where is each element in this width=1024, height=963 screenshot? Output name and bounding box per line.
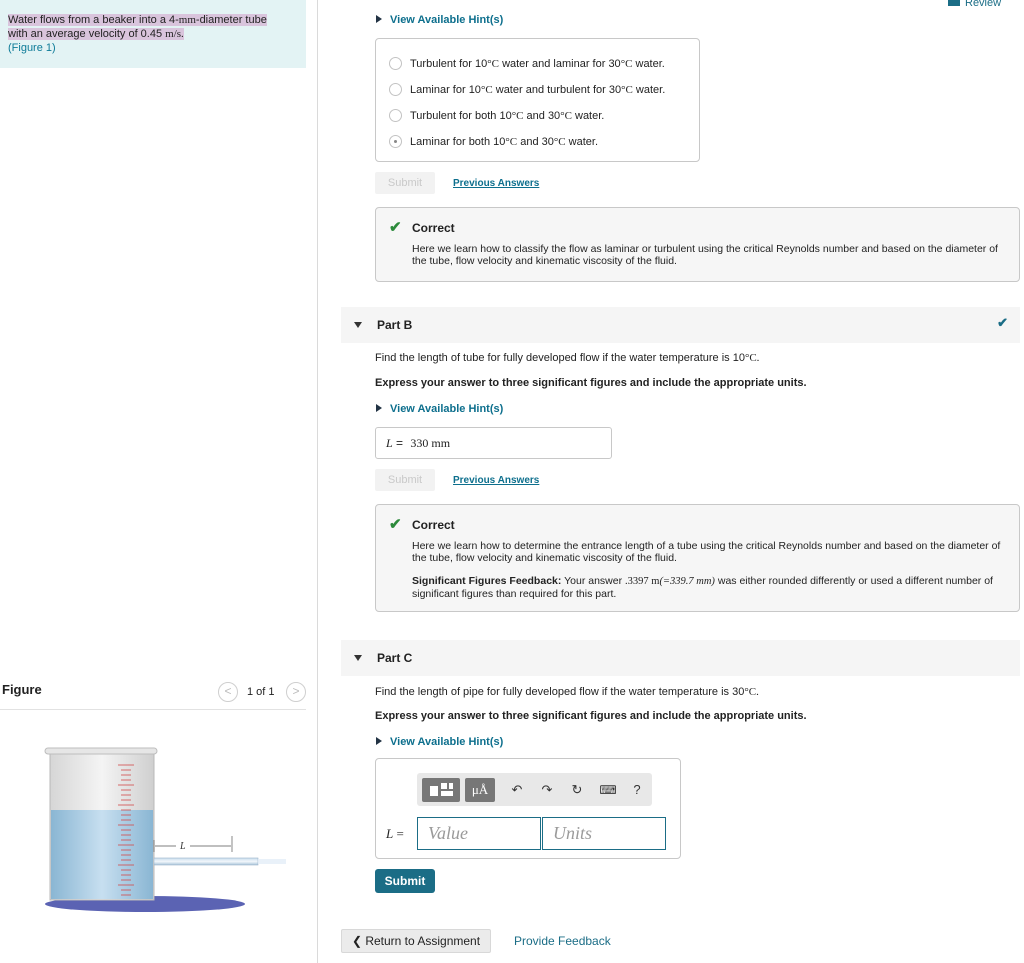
length-dimension [153,836,233,852]
caret-right-icon [376,404,382,412]
answer-value: 330 mm [410,436,451,450]
left-pane: Water flows from a beaker into a 4-mm-di… [0,0,306,963]
part-c-instruction: Express your answer to three significant… [375,710,807,722]
part-b-hint-toggle[interactable]: View Available Hint(s) [376,403,503,415]
figure-count: 1 of 1 [247,686,275,698]
correct-title: Correct [412,518,455,532]
figure-link[interactable]: (Figure 1) [8,42,56,54]
answer-equals: = [396,436,404,450]
part-c-header[interactable]: Part C [341,640,1020,676]
problem-text-1: Water flows from a beaker into a 4-mm-di… [8,14,267,26]
correct-explanation: Here we learn how to classify the flow a… [412,243,998,267]
figure-prev-button[interactable]: < [218,682,238,702]
undo-icon[interactable]: ↶ [507,778,527,802]
part-a-feedback: ✔ Correct Here we learn how to classify … [375,207,1020,282]
part-b-previous-answers[interactable]: Previous Answers [453,475,539,486]
part-b-submit-button[interactable]: Submit [375,469,435,491]
value-input[interactable]: Value [417,817,541,850]
radio-button[interactable] [389,83,402,96]
length-label: L [179,841,186,852]
pane-divider [317,0,318,963]
chevron-left-icon: ❮ [351,934,366,948]
caret-right-icon [376,737,382,745]
redo-icon[interactable]: ↷ [537,778,557,802]
part-a-options: Turbulent for 10°C water and laminar for… [375,38,700,162]
part-b-header[interactable]: Part B ✔ [341,307,1020,343]
radio-button[interactable] [389,57,402,70]
correct-title: Correct [412,221,455,235]
caret-right-icon [376,15,382,23]
check-icon: ✔ [997,315,1008,330]
part-c-submit-button[interactable]: Submit [375,869,435,893]
part-b-title: Part B [377,318,413,332]
part-b-answer-field[interactable]: L = 330 mm [375,427,612,459]
radio-button-selected[interactable] [389,135,402,148]
units-input[interactable]: Units [542,817,666,850]
part-c-question: Find the length of pipe for fully develo… [375,686,759,698]
part-a-hint-toggle[interactable]: View Available Hint(s) [376,14,503,26]
check-icon: ✔ [389,516,402,533]
caret-down-icon [354,655,362,661]
option-2[interactable]: Laminar for 10°C water and turbulent for… [389,83,665,96]
figure-next-button[interactable]: > [286,682,306,702]
review-link[interactable]: Review [948,0,1001,9]
answer-variable: L [386,436,393,450]
templates-button[interactable] [422,778,460,802]
provide-feedback-link[interactable]: Provide Feedback [514,934,611,948]
beaker-rim [44,747,158,755]
option-1[interactable]: Turbulent for 10°C water and laminar for… [389,57,665,70]
option-3[interactable]: Turbulent for both 10°C and 30°C water. [389,109,604,122]
problem-text-2: with an average velocity of 0.45 m/s. [8,28,184,40]
check-icon: ✔ [389,219,402,236]
correct-explanation: Here we learn how to determine the entra… [412,540,1001,564]
part-c-answer-editor: μÅ ↶ ↷ ↻ ⌨ ? L = Value Units [375,758,681,859]
figure-title: Figure [2,682,42,697]
problem-statement: Water flows from a beaker into a 4-mm-di… [0,0,306,68]
reset-icon[interactable]: ↻ [567,778,587,802]
part-c-title: Part C [377,651,413,665]
return-to-assignment-button[interactable]: ❮ Return to Assignment [341,929,491,953]
part-b-question: Find the length of tube for fully develo… [375,352,760,364]
part-c-hint-toggle[interactable]: View Available Hint(s) [376,736,503,748]
water-jet [258,859,286,864]
outlet-tube [153,857,259,866]
templates-icon [430,783,453,796]
option-4[interactable]: Laminar for both 10°C and 30°C water. [389,135,598,148]
caret-down-icon [354,322,362,328]
part-a-submit-button[interactable]: Submit [375,172,435,194]
units-button[interactable]: μÅ [465,778,495,802]
part-b-instruction: Express your answer to three significant… [375,377,807,389]
book-icon [948,0,960,6]
figure-header: Figure < 1 of 1 > [0,672,306,710]
beaker-water [51,810,153,899]
beaker-figure: L [44,747,286,912]
sig-fig-feedback: Significant Figures Feedback: Your answe… [412,575,993,600]
part-b-feedback: ✔ Correct Here we learn how to determine… [375,504,1020,612]
keyboard-icon[interactable]: ⌨ [597,778,619,802]
math-toolbar: μÅ ↶ ↷ ↻ ⌨ ? [417,773,652,806]
answer-variable: L = [386,826,404,841]
radio-button[interactable] [389,109,402,122]
help-icon[interactable]: ? [629,778,645,802]
part-a-previous-answers[interactable]: Previous Answers [453,178,539,189]
